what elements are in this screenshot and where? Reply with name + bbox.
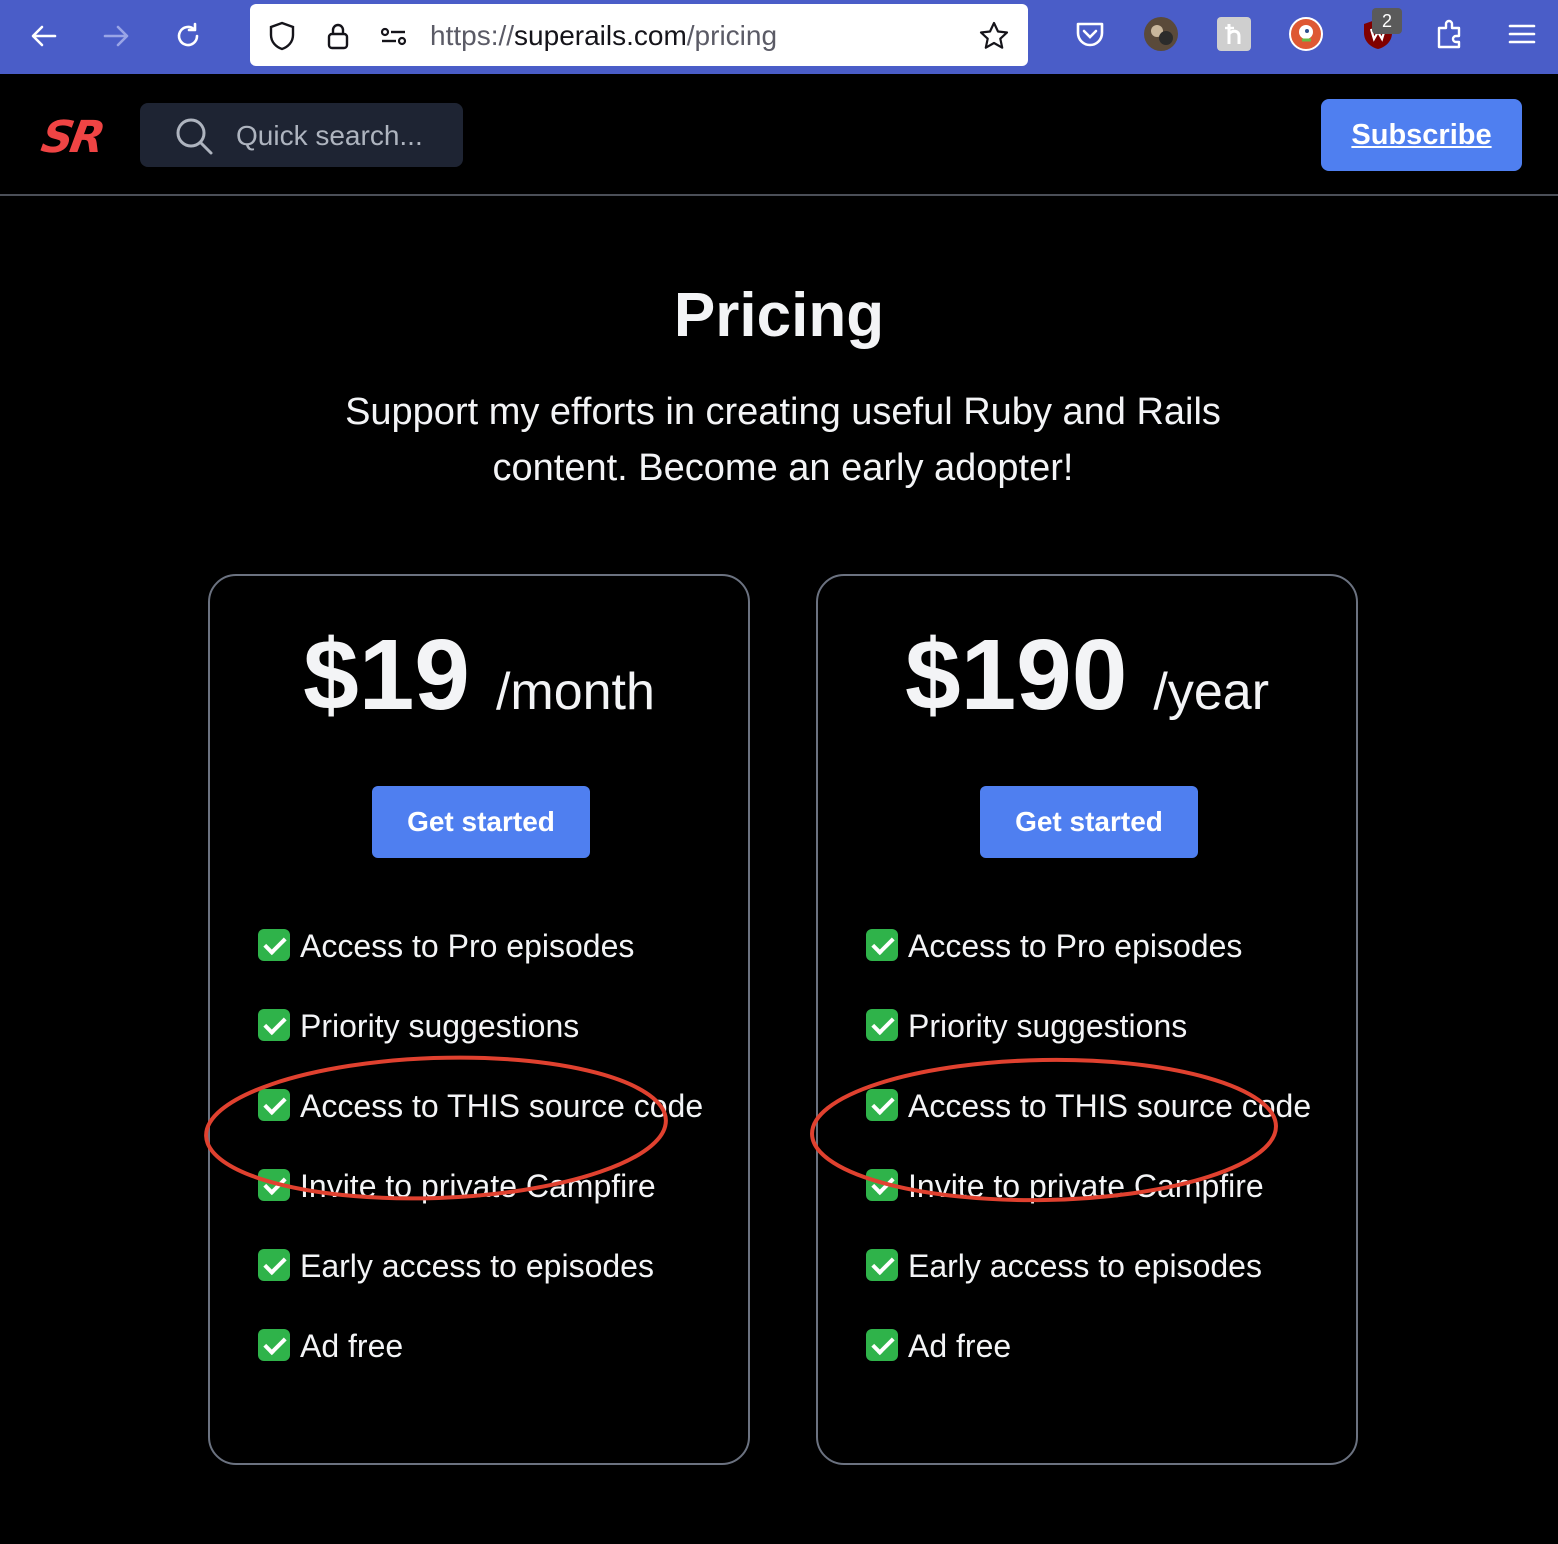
check-icon	[866, 1089, 898, 1121]
get-started-button[interactable]: Get started	[372, 786, 590, 858]
permissions-icon[interactable]	[378, 20, 410, 52]
check-icon	[258, 1329, 290, 1361]
feature-item: Access to THIS source code	[866, 1082, 1326, 1130]
feature-label: Ad free	[300, 1328, 404, 1364]
plan-price: $19	[303, 619, 470, 731]
feature-item: Early access to episodes	[258, 1242, 718, 1290]
duckduckgo-icon[interactable]	[1288, 16, 1324, 52]
pocket-icon[interactable]	[1072, 16, 1108, 52]
feature-item: Priority suggestions	[258, 1002, 718, 1050]
check-icon	[866, 929, 898, 961]
feature-label: Early access to episodes	[908, 1248, 1262, 1284]
plan-card-monthly: $19 /month Get started Access to Pro epi…	[208, 574, 750, 1465]
url-path: /pricing	[686, 20, 778, 51]
feature-list: Access to Pro episodes Priority suggesti…	[866, 922, 1326, 1402]
url-host: superails.com	[514, 20, 687, 51]
browser-toolbar: https://superails.com/pricing 2	[0, 0, 1558, 74]
feature-label: Invite to private Campfire	[908, 1168, 1264, 1204]
bookmark-star-icon[interactable]	[978, 20, 1010, 52]
subscribe-button[interactable]: Subscribe	[1321, 99, 1522, 171]
back-icon[interactable]	[22, 14, 66, 58]
menu-icon[interactable]	[1504, 16, 1540, 52]
feature-label: Access to Pro episodes	[908, 928, 1243, 964]
feature-label: Invite to private Campfire	[300, 1168, 656, 1204]
feature-item: Access to Pro episodes	[258, 922, 718, 970]
check-icon	[866, 1329, 898, 1361]
feature-label: Priority suggestions	[908, 1008, 1188, 1044]
feature-item: Access to THIS source code	[258, 1082, 718, 1130]
search-input[interactable]: Quick search...	[140, 103, 463, 167]
feature-item: Ad free	[258, 1322, 718, 1370]
site-header: SR Quick search... Subscribe	[0, 74, 1558, 196]
plan-period: /year	[1153, 663, 1270, 721]
feature-item: Early access to episodes	[866, 1242, 1326, 1290]
feature-label: Access to Pro episodes	[300, 928, 635, 964]
check-icon	[258, 1009, 290, 1041]
feature-label: Access to THIS source code	[300, 1088, 704, 1124]
url-bar[interactable]: https://superails.com/pricing	[250, 4, 1028, 66]
check-icon	[866, 1249, 898, 1281]
price-row: $19 /month	[210, 618, 748, 733]
lock-icon[interactable]	[322, 20, 354, 52]
check-icon	[866, 1009, 898, 1041]
feature-label: Ad free	[908, 1328, 1012, 1364]
page-title: Pricing	[673, 281, 885, 350]
price-row: $190 /year	[818, 618, 1356, 733]
extension-badge: 2	[1372, 8, 1402, 34]
avatar-icon[interactable]	[1143, 16, 1179, 52]
check-icon	[258, 1249, 290, 1281]
feature-label: Early access to episodes	[300, 1248, 654, 1284]
reload-icon[interactable]	[166, 14, 210, 58]
check-icon	[258, 929, 290, 961]
url-text[interactable]: https://superails.com/pricing	[430, 20, 777, 52]
extensions-icon[interactable]	[1432, 16, 1468, 52]
search-placeholder: Quick search...	[236, 120, 423, 151]
check-icon	[258, 1089, 290, 1121]
feature-label: Priority suggestions	[300, 1008, 580, 1044]
check-icon	[258, 1169, 290, 1201]
plan-period: /month	[495, 663, 655, 721]
feature-item: Priority suggestions	[866, 1002, 1326, 1050]
feature-item: Invite to private Campfire	[866, 1162, 1326, 1210]
plan-price: $190	[904, 619, 1128, 731]
page-subtitle: Support my efforts in creating useful Ru…	[345, 391, 1221, 489]
forward-icon[interactable]	[94, 14, 138, 58]
feature-item: Access to Pro episodes	[866, 922, 1326, 970]
check-icon	[866, 1169, 898, 1201]
url-scheme: https://	[430, 20, 515, 51]
h-extension-icon[interactable]	[1216, 16, 1252, 52]
site-logo[interactable]: SR	[38, 112, 107, 163]
search-icon	[176, 118, 213, 155]
feature-item: Invite to private Campfire	[258, 1162, 718, 1210]
feature-label: Access to THIS source code	[908, 1088, 1312, 1124]
feature-item: Ad free	[866, 1322, 1326, 1370]
get-started-button[interactable]: Get started	[980, 786, 1198, 858]
shield-icon[interactable]	[266, 20, 298, 52]
feature-list: Access to Pro episodes Priority suggesti…	[258, 922, 718, 1402]
plan-card-yearly: $190 /year Get started Access to Pro epi…	[816, 574, 1358, 1465]
